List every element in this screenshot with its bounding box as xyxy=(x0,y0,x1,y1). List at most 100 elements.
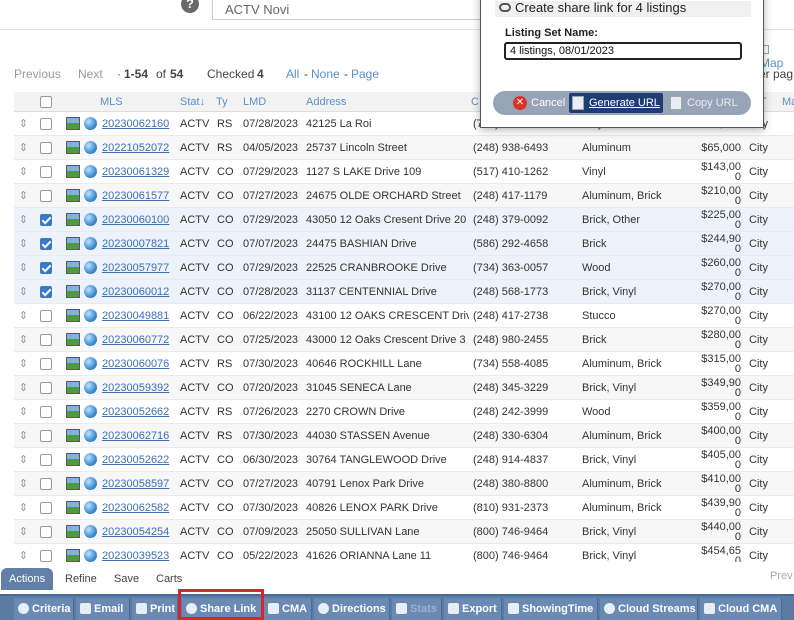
drag-handle-icon[interactable]: ⇕ xyxy=(18,333,29,347)
drag-handle-icon[interactable]: ⇕ xyxy=(18,213,29,227)
drag-handle-icon[interactable]: ⇕ xyxy=(18,525,29,539)
column-header-type[interactable]: Ty xyxy=(216,92,228,112)
row-checkbox[interactable] xyxy=(40,430,52,442)
row-checkbox[interactable] xyxy=(40,190,52,202)
email-button[interactable]: Email xyxy=(76,598,130,620)
table-row[interactable]: ⇕ 20221052072 ACTV RS 04/05/2023 25737 Lincol… xyxy=(14,136,794,160)
row-checkbox[interactable] xyxy=(40,214,52,226)
select-none-link[interactable]: None xyxy=(311,62,340,86)
table-row[interactable]: ⇕ 20230052622 ACTV CO 06/30/2023 30764 TANGLE… xyxy=(14,448,794,472)
generate-url-button[interactable]: Generate URL xyxy=(569,93,663,113)
globe-icon[interactable] xyxy=(84,261,97,274)
row-checkbox[interactable] xyxy=(40,118,52,130)
mls-link[interactable]: 20230062716 xyxy=(102,424,178,448)
globe-icon[interactable] xyxy=(84,333,97,346)
globe-icon[interactable] xyxy=(84,141,97,154)
select-page-link[interactable]: Page xyxy=(351,62,379,86)
photo-icon[interactable] xyxy=(66,453,80,466)
mls-link[interactable]: 20230052622 xyxy=(102,448,178,472)
select-all-checkbox[interactable] xyxy=(40,96,52,108)
row-checkbox[interactable] xyxy=(40,406,52,418)
table-row[interactable]: ⇕ 20230060100 ACTV CO 07/29/2023 43050 12 Oak… xyxy=(14,208,794,232)
drag-handle-icon[interactable]: ⇕ xyxy=(18,381,29,395)
tab-carts[interactable]: Carts xyxy=(156,568,182,590)
mls-link[interactable]: 20230058597 xyxy=(102,472,178,496)
photo-icon[interactable] xyxy=(66,189,80,202)
stats-button[interactable]: Stats xyxy=(392,598,442,620)
mls-link[interactable]: 20230062582 xyxy=(102,496,178,520)
table-row[interactable]: ⇕ 20230062582 ACTV CO 07/30/2023 40826 LENOX … xyxy=(14,496,794,520)
mls-link[interactable]: 20230049881 xyxy=(102,304,178,328)
row-checkbox[interactable] xyxy=(40,358,52,370)
mls-link[interactable]: 20230061329 xyxy=(102,160,178,184)
photo-icon[interactable] xyxy=(66,165,80,178)
row-checkbox[interactable] xyxy=(40,166,52,178)
directions-button[interactable]: Directions xyxy=(314,598,390,620)
table-row[interactable]: ⇕ 20230061577 ACTV CO 07/27/2023 24675 OLDE O… xyxy=(14,184,794,208)
table-row[interactable]: ⇕ 20230060772 ACTV CO 07/25/2023 43000 12 Oak… xyxy=(14,328,794,352)
mls-link[interactable]: 20230054254 xyxy=(102,520,178,544)
cancel-button[interactable]: ✕ Cancel xyxy=(511,93,567,113)
photo-icon[interactable] xyxy=(66,357,80,370)
row-checkbox[interactable] xyxy=(40,454,52,466)
previous-link[interactable]: Previous xyxy=(14,62,61,86)
print-button[interactable]: Print xyxy=(132,598,178,620)
mls-link[interactable]: 20230062160 xyxy=(102,112,178,136)
drag-handle-icon[interactable]: ⇕ xyxy=(18,117,29,131)
globe-icon[interactable] xyxy=(84,237,97,250)
drag-handle-icon[interactable]: ⇕ xyxy=(18,357,29,371)
globe-icon[interactable] xyxy=(84,189,97,202)
photo-icon[interactable] xyxy=(66,405,80,418)
search-input[interactable]: ACTV Novi xyxy=(212,0,502,20)
drag-handle-icon[interactable]: ⇕ xyxy=(18,189,29,203)
photo-icon[interactable] xyxy=(66,549,80,562)
globe-icon[interactable] xyxy=(84,285,97,298)
mls-link[interactable]: 20230060100 xyxy=(102,208,178,232)
drag-handle-icon[interactable]: ⇕ xyxy=(18,501,29,515)
column-header-ma[interactable]: Ma xyxy=(782,92,794,112)
table-row[interactable]: ⇕ 20230054254 ACTV CO 07/09/2023 25050 SULLIV… xyxy=(14,520,794,544)
mls-link[interactable]: 20230060076 xyxy=(102,352,178,376)
table-row[interactable]: ⇕ 20230052662 ACTV RS 07/26/2023 2270 CROWN D… xyxy=(14,400,794,424)
globe-icon[interactable] xyxy=(84,525,97,538)
prev-link[interactable]: Prev xyxy=(770,570,793,582)
row-checkbox[interactable] xyxy=(40,526,52,538)
column-header-mls[interactable]: MLS xyxy=(100,92,123,112)
drag-handle-icon[interactable]: ⇕ xyxy=(18,429,29,443)
table-row[interactable]: ⇕ 20230039523 ACTV CO 05/22/2023 41626 ORIANN… xyxy=(14,544,794,562)
photo-icon[interactable] xyxy=(66,141,80,154)
table-row[interactable]: ⇕ 20230058597 ACTV CO 07/27/2023 40791 Lenox … xyxy=(14,472,794,496)
cma-button[interactable]: CMA xyxy=(264,598,312,620)
drag-handle-icon[interactable]: ⇕ xyxy=(18,237,29,251)
drag-handle-icon[interactable]: ⇕ xyxy=(18,261,29,275)
criteria-button[interactable]: Criteria xyxy=(14,598,74,620)
copy-url-button[interactable]: Copy URL xyxy=(667,93,747,113)
table-row[interactable]: ⇕ 20230049881 ACTV CO 06/22/2023 43100 12 OAK… xyxy=(14,304,794,328)
mls-link[interactable]: 20230060012 xyxy=(102,280,178,304)
tab-actions[interactable]: Actions xyxy=(1,568,54,590)
drag-handle-icon[interactable]: ⇕ xyxy=(18,405,29,419)
mls-link[interactable]: 20230052662 xyxy=(102,400,178,424)
column-header-lmd[interactable]: LMD xyxy=(243,92,266,112)
globe-icon[interactable] xyxy=(84,501,97,514)
table-row[interactable]: ⇕ 20230007821 ACTV CO 07/07/2023 24475 BASHIA… xyxy=(14,232,794,256)
mls-link[interactable]: 20230007821 xyxy=(102,232,178,256)
drag-handle-icon[interactable]: ⇕ xyxy=(18,549,29,562)
photo-icon[interactable] xyxy=(66,309,80,322)
photo-icon[interactable] xyxy=(66,285,80,298)
photo-icon[interactable] xyxy=(66,381,80,394)
cloud-streams-button[interactable]: Cloud Streams xyxy=(600,598,698,620)
row-checkbox[interactable] xyxy=(40,262,52,274)
photo-icon[interactable] xyxy=(66,237,80,250)
table-row[interactable]: ⇕ 20230059392 ACTV CO 07/20/2023 31045 SENECA… xyxy=(14,376,794,400)
globe-icon[interactable] xyxy=(84,117,97,130)
drag-handle-icon[interactable]: ⇕ xyxy=(18,285,29,299)
mls-link[interactable]: 20221052072 xyxy=(102,136,178,160)
photo-icon[interactable] xyxy=(66,429,80,442)
globe-icon[interactable] xyxy=(84,477,97,490)
mls-link[interactable]: 20230059392 xyxy=(102,376,178,400)
photo-icon[interactable] xyxy=(66,117,80,130)
table-row[interactable]: ⇕ 20230060076 ACTV RS 07/30/2023 40646 ROCKHI… xyxy=(14,352,794,376)
column-header-address[interactable]: Address xyxy=(306,92,346,112)
globe-icon[interactable] xyxy=(84,453,97,466)
